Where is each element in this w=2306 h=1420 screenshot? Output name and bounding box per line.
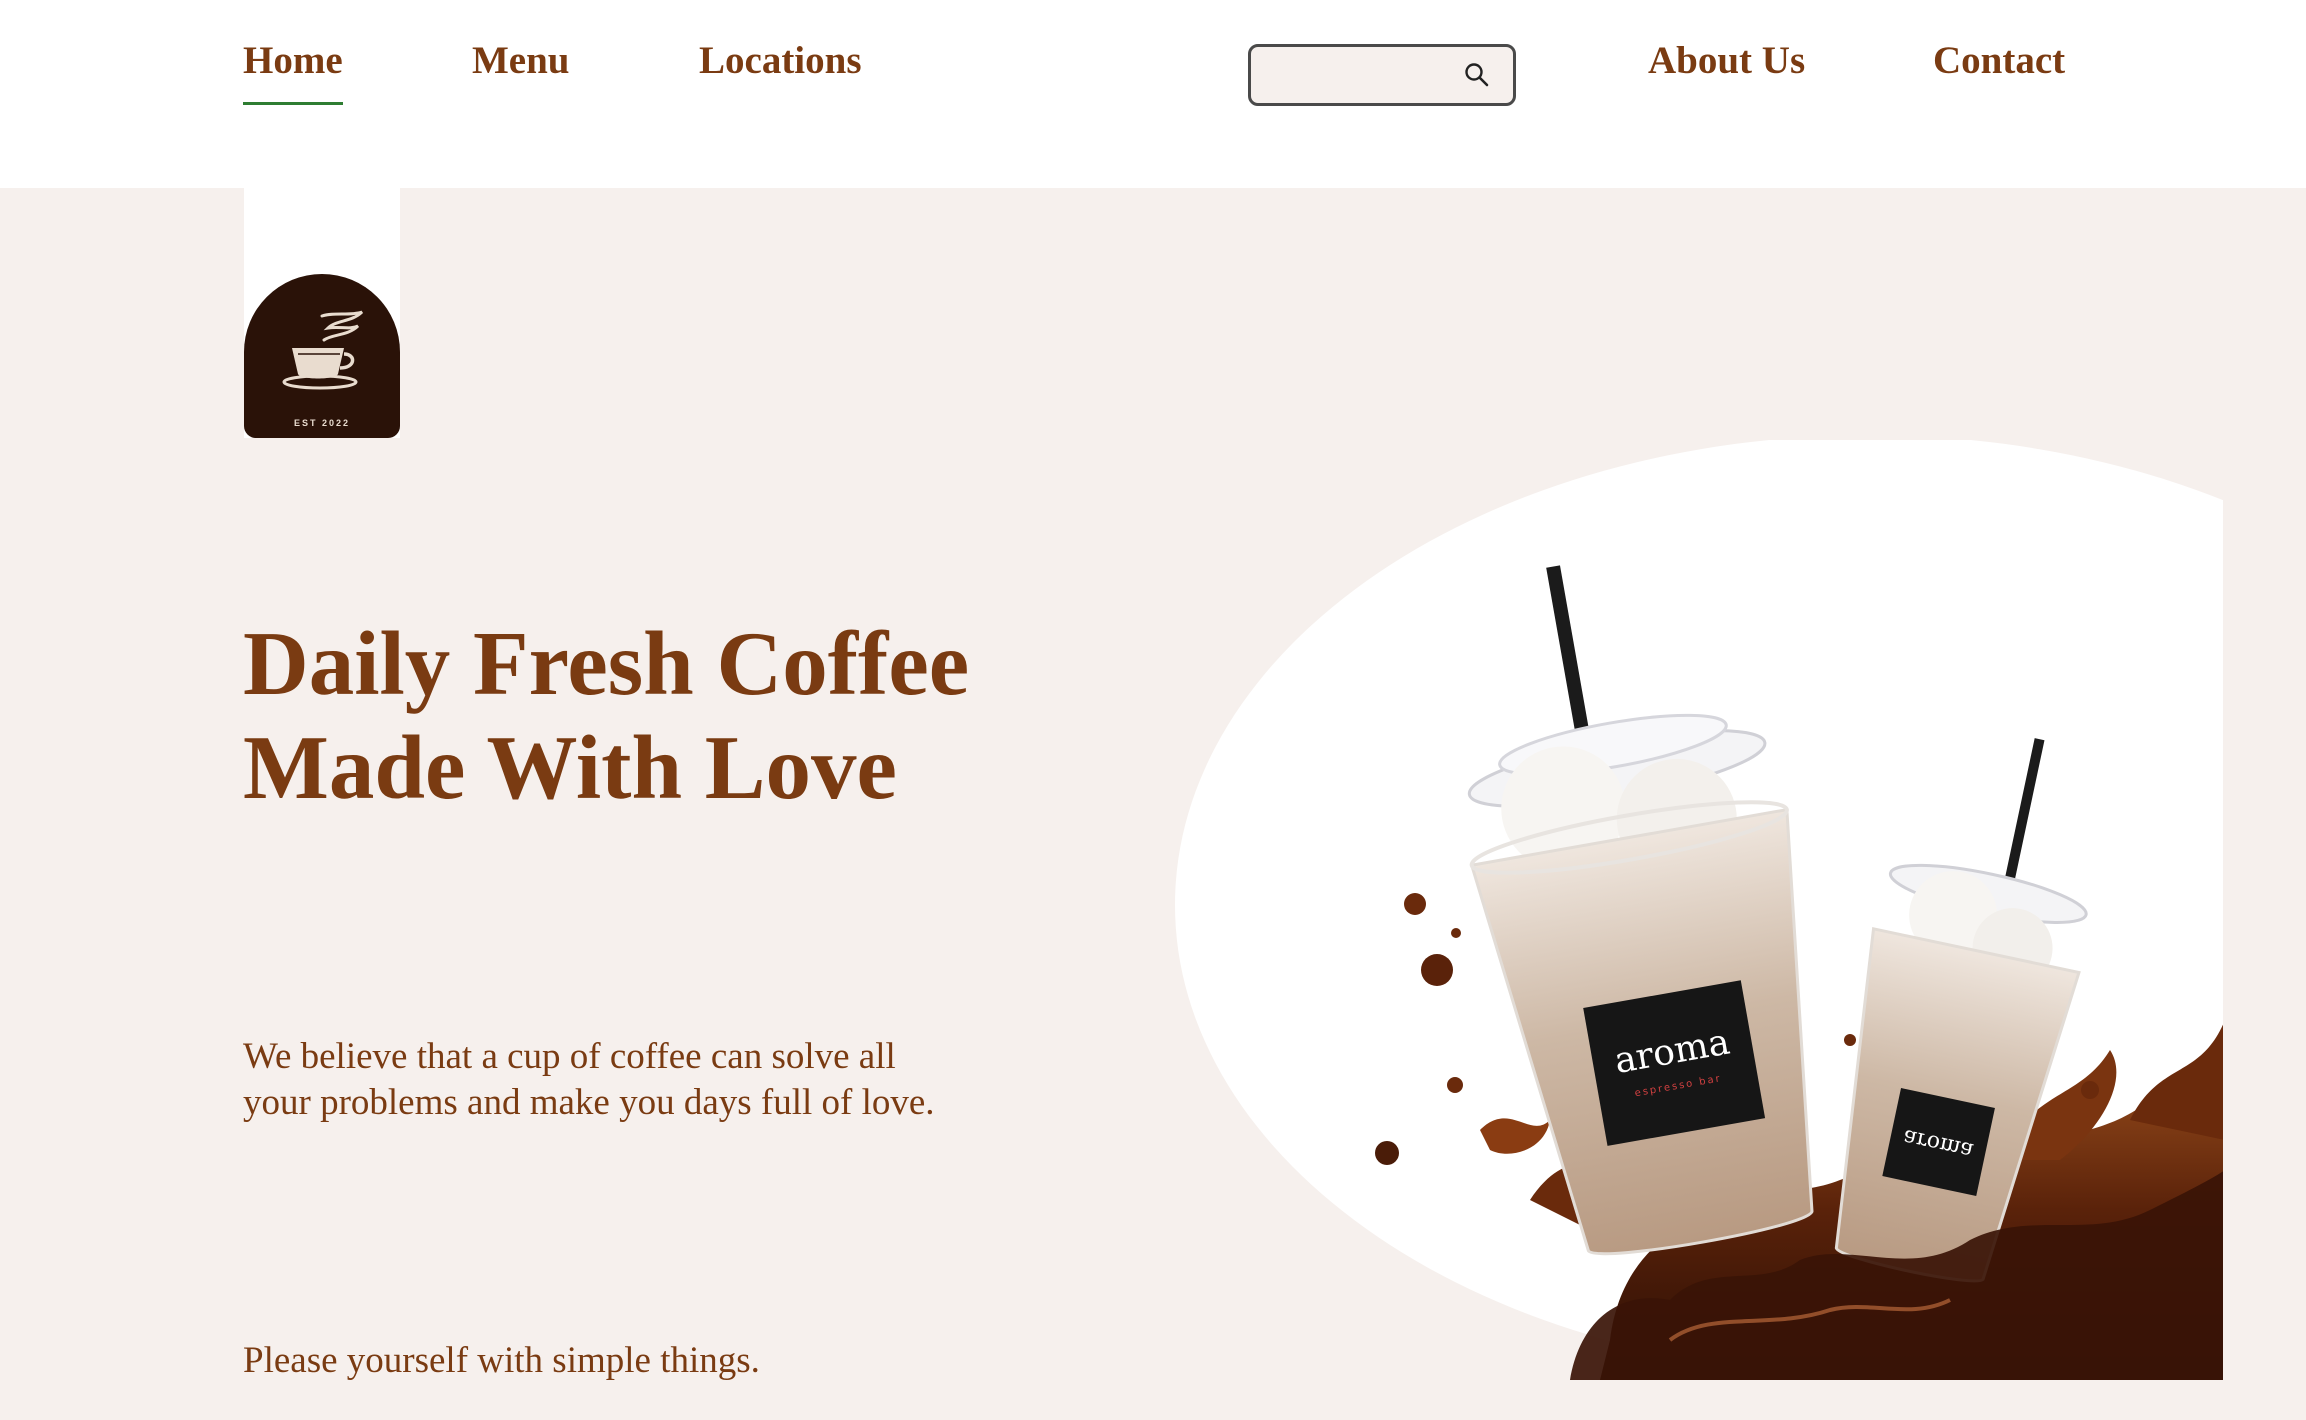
hero-subline: Please yourself with simple things. [243, 1340, 760, 1381]
headline-line-2: Made With Love [243, 717, 897, 818]
nav-link-contact[interactable]: Contact [1933, 38, 2065, 83]
hero-headline: Daily Fresh Coffee Made With Love [243, 612, 1063, 820]
search-bar [1248, 44, 1516, 106]
hero-tagline: We believe that a cup of coffee can solv… [243, 1034, 1003, 1126]
headline-line-1: Daily Fresh Coffee [243, 613, 970, 714]
hero-section: EST 2022 Daily Fresh Coffee Made With Lo… [0, 188, 2306, 1420]
nav-link-about-us[interactable]: About Us [1648, 38, 1805, 83]
nav-link-locations[interactable]: Locations [699, 38, 862, 83]
search-icon[interactable] [1463, 61, 1491, 89]
tagline-line-2: your problems and make you days full of … [243, 1082, 935, 1123]
nav-link-home[interactable]: Home [243, 38, 343, 105]
search-input[interactable] [1263, 55, 1453, 95]
coffee-cup-icon [282, 310, 364, 390]
page: Home Menu Locations About Us Contact EST… [0, 0, 2306, 1420]
nav-link-menu[interactable]: Menu [472, 38, 570, 83]
top-navigation: Home Menu Locations About Us Contact [0, 0, 2306, 188]
brand-logo[interactable]: EST 2022 [244, 274, 400, 438]
hero-product-image: aroma espresso bar aroma [1150, 440, 2225, 1380]
tagline-line-1: We believe that a cup of coffee can solv… [243, 1036, 896, 1077]
logo-established-text: EST 2022 [293, 418, 351, 428]
